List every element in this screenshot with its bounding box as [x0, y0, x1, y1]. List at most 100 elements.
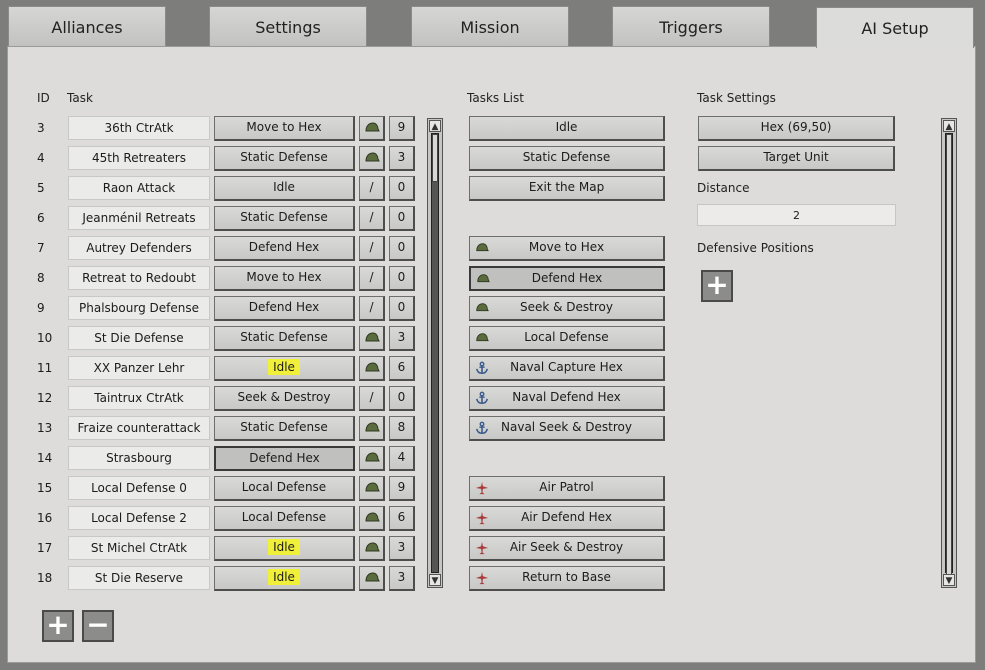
unit-count-button[interactable]: 4: [389, 446, 415, 471]
task-name-field[interactable]: Autrey Defenders: [68, 236, 210, 260]
task-type-button[interactable]: Defend Hex: [214, 296, 355, 321]
unit-count-button[interactable]: 0: [389, 206, 415, 231]
task-type-button[interactable]: Seek & Destroy: [214, 386, 355, 411]
scroll-up-icon[interactable]: ▲: [943, 120, 955, 132]
unit-type-button[interactable]: /: [359, 206, 385, 231]
task-type-button[interactable]: Defend Hex: [214, 236, 355, 261]
table-row[interactable]: 8 Retreat to Redoubt Move to Hex / 0: [0, 266, 430, 291]
table-row[interactable]: 11 XX Panzer Lehr Idle 6: [0, 356, 430, 381]
unit-count-button[interactable]: 0: [389, 386, 415, 411]
task-option-idle[interactable]: Idle: [469, 116, 665, 141]
unit-count-button[interactable]: 0: [389, 176, 415, 201]
task-type-button[interactable]: Move to Hex: [214, 116, 355, 141]
unit-type-button[interactable]: [359, 356, 385, 381]
task-name-field[interactable]: Raon Attack: [68, 176, 210, 200]
tab-alliances[interactable]: Alliances: [8, 6, 166, 46]
table-row[interactable]: 12 Taintrux CtrAtk Seek & Destroy / 0: [0, 386, 430, 411]
task-option-move-to-hex[interactable]: Move to Hex: [469, 236, 665, 261]
task-option-naval-capture-hex[interactable]: Naval Capture Hex: [469, 356, 665, 381]
add-task-button[interactable]: +: [42, 610, 74, 642]
table-row[interactable]: 5 Raon Attack Idle / 0: [0, 176, 430, 201]
unit-type-button[interactable]: [359, 536, 385, 561]
task-name-field[interactable]: St Die Reserve: [68, 566, 210, 590]
scroll-down-icon[interactable]: ▼: [429, 574, 441, 586]
unit-count-button[interactable]: 0: [389, 266, 415, 291]
task-name-field[interactable]: Local Defense 0: [68, 476, 210, 500]
target-unit-button[interactable]: Target Unit: [698, 146, 895, 171]
task-type-button[interactable]: Idle: [214, 536, 355, 561]
task-option-air-patrol[interactable]: Air Patrol: [469, 476, 665, 501]
tab-triggers[interactable]: Triggers: [612, 6, 770, 46]
unit-count-button[interactable]: 0: [389, 296, 415, 321]
task-option-return-to-base[interactable]: Return to Base: [469, 566, 665, 591]
unit-type-button[interactable]: /: [359, 266, 385, 291]
task-name-field[interactable]: Retreat to Redoubt: [68, 266, 210, 290]
table-row[interactable]: 7 Autrey Defenders Defend Hex / 0: [0, 236, 430, 261]
task-option-local-defense[interactable]: Local Defense: [469, 326, 665, 351]
add-position-button[interactable]: +: [701, 270, 733, 302]
table-row[interactable]: 14 Strasbourg Defend Hex 4: [0, 446, 430, 471]
task-type-button[interactable]: Defend Hex: [214, 446, 355, 471]
unit-type-button[interactable]: /: [359, 176, 385, 201]
unit-type-button[interactable]: [359, 116, 385, 141]
task-type-button[interactable]: Move to Hex: [214, 266, 355, 291]
tab-settings[interactable]: Settings: [209, 6, 367, 46]
task-option-defend-hex[interactable]: Defend Hex: [469, 266, 665, 291]
scroll-thumb[interactable]: [432, 134, 438, 182]
task-type-button[interactable]: Static Defense: [214, 416, 355, 441]
task-option-static-defense[interactable]: Static Defense: [469, 146, 665, 171]
unit-count-button[interactable]: 3: [389, 566, 415, 591]
task-name-field[interactable]: Fraize counterattack: [68, 416, 210, 440]
unit-type-button[interactable]: /: [359, 296, 385, 321]
unit-type-button[interactable]: [359, 446, 385, 471]
table-row[interactable]: 15 Local Defense 0 Local Defense 9: [0, 476, 430, 501]
unit-count-button[interactable]: 8: [389, 416, 415, 441]
table-row[interactable]: 18 St Die Reserve Idle 3: [0, 566, 430, 591]
table-row[interactable]: 4 45th Retreaters Static Defense 3: [0, 146, 430, 171]
distance-input[interactable]: 2: [697, 204, 896, 226]
unit-count-button[interactable]: 6: [389, 506, 415, 531]
task-type-button[interactable]: Static Defense: [214, 206, 355, 231]
unit-type-button[interactable]: [359, 506, 385, 531]
tab-ai-setup[interactable]: AI Setup: [816, 7, 974, 48]
task-option-naval-defend-hex[interactable]: Naval Defend Hex: [469, 386, 665, 411]
task-name-field[interactable]: 36th CtrAtk: [68, 116, 210, 140]
unit-count-button[interactable]: 3: [389, 146, 415, 171]
task-type-button[interactable]: Local Defense: [214, 506, 355, 531]
task-option-naval-seek-destroy[interactable]: Naval Seek & Destroy: [469, 416, 665, 441]
unit-count-button[interactable]: 9: [389, 476, 415, 501]
task-option-air-defend-hex[interactable]: Air Defend Hex: [469, 506, 665, 531]
settings-scrollbar[interactable]: ▲ ▼: [941, 118, 957, 588]
task-name-field[interactable]: Taintrux CtrAtk: [68, 386, 210, 410]
scroll-down-icon[interactable]: ▼: [943, 574, 955, 586]
table-row[interactable]: 9 Phalsbourg Defense Defend Hex / 0: [0, 296, 430, 321]
hex-button[interactable]: Hex (69,50): [698, 116, 895, 141]
unit-count-button[interactable]: 3: [389, 326, 415, 351]
task-name-field[interactable]: St Die Defense: [68, 326, 210, 350]
scroll-up-icon[interactable]: ▲: [429, 120, 441, 132]
unit-count-button[interactable]: 3: [389, 536, 415, 561]
task-option-air-seek-destroy[interactable]: Air Seek & Destroy: [469, 536, 665, 561]
task-option-seek-destroy[interactable]: Seek & Destroy: [469, 296, 665, 321]
table-row[interactable]: 13 Fraize counterattack Static Defense 8: [0, 416, 430, 441]
task-type-button[interactable]: Idle: [214, 176, 355, 201]
task-name-field[interactable]: Jeanménil Retreats: [68, 206, 210, 230]
task-type-button[interactable]: Static Defense: [214, 146, 355, 171]
table-row[interactable]: 10 St Die Defense Static Defense 3: [0, 326, 430, 351]
table-row[interactable]: 3 36th CtrAtk Move to Hex 9: [0, 116, 430, 141]
task-type-button[interactable]: Static Defense: [214, 326, 355, 351]
remove-task-button[interactable]: −: [82, 610, 114, 642]
unit-type-button[interactable]: [359, 566, 385, 591]
unit-count-button[interactable]: 9: [389, 116, 415, 141]
task-table-scrollbar[interactable]: ▲ ▼: [427, 118, 443, 588]
task-name-field[interactable]: Phalsbourg Defense: [68, 296, 210, 320]
unit-type-button[interactable]: [359, 476, 385, 501]
scroll-thumb[interactable]: [946, 134, 952, 578]
tab-mission[interactable]: Mission: [411, 6, 569, 46]
table-row[interactable]: 17 St Michel CtrAtk Idle 3: [0, 536, 430, 561]
task-option-exit-the-map[interactable]: Exit the Map: [469, 176, 665, 201]
unit-type-button[interactable]: [359, 326, 385, 351]
unit-type-button[interactable]: /: [359, 386, 385, 411]
task-name-field[interactable]: St Michel CtrAtk: [68, 536, 210, 560]
task-name-field[interactable]: Strasbourg: [68, 446, 210, 470]
